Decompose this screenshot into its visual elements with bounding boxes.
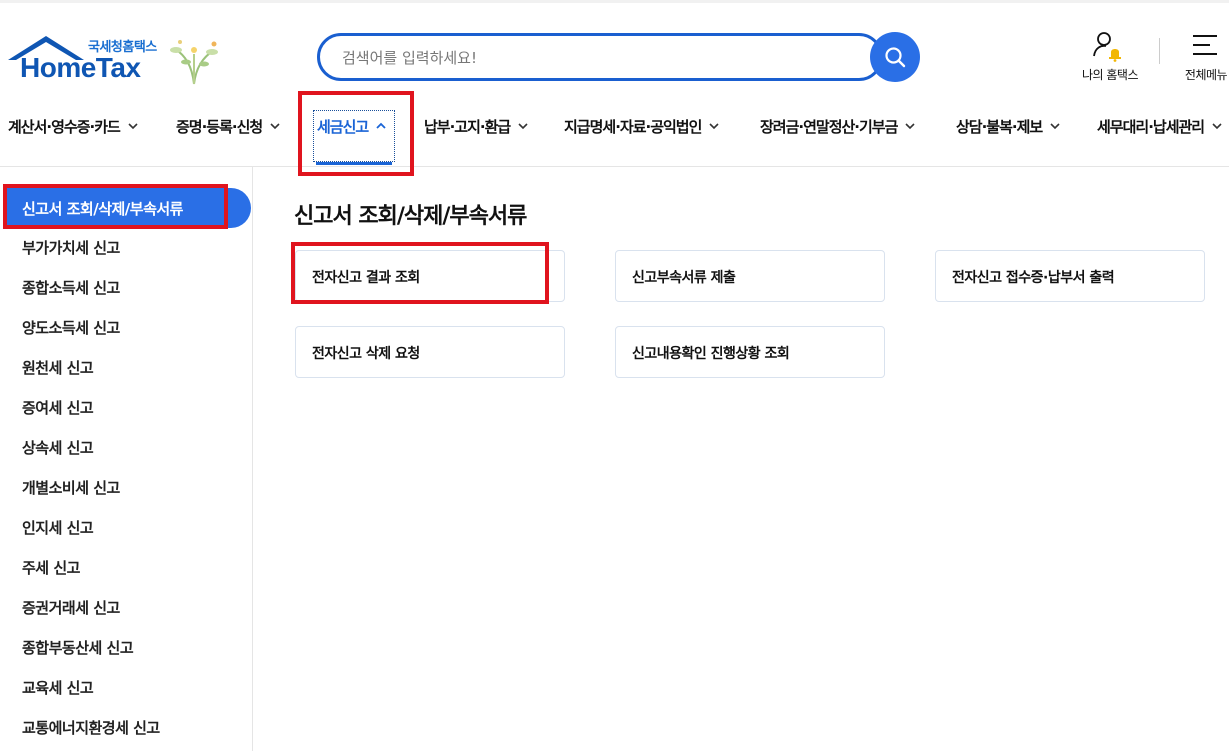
highlight-box-card: [291, 242, 549, 304]
gnb-payment-notice-refund[interactable]: 납부·고지·환급: [424, 108, 528, 144]
search-icon: [885, 47, 906, 68]
gnb-label: 지급명세·자료·공익법인: [564, 117, 702, 136]
chevron-down-icon: [905, 123, 915, 130]
sidebar-item[interactable]: 종합부동산세 신고: [22, 637, 134, 658]
sidebar-item[interactable]: 증여세 신고: [22, 397, 94, 418]
sidebar-item[interactable]: 상속세 신고: [22, 437, 94, 458]
chevron-down-icon: [709, 123, 719, 130]
top-border: [0, 0, 1229, 3]
card-receipt-print[interactable]: 전자신고 접수증·납부서 출력: [935, 250, 1205, 302]
my-hometax-button[interactable]: 나의 홈택스: [1070, 30, 1150, 85]
chevron-down-icon: [1212, 123, 1222, 130]
card-attachment-submit[interactable]: 신고부속서류 제출: [615, 250, 885, 302]
all-menu-label: 전체메뉴: [1184, 68, 1228, 82]
chevron-down-icon: [518, 123, 528, 130]
chevron-down-icon: [128, 123, 138, 130]
sidebar-item[interactable]: 주세 신고: [22, 557, 80, 578]
card-label: 전자신고 접수증·납부서 출력: [952, 270, 1115, 286]
main-navigation: 계산서·영수증·카드 증명·등록·신청 세금신고 납부·고지·환급 지급명세·자…: [0, 108, 1229, 144]
gnb-invoice-receipt-card[interactable]: 계산서·영수증·카드: [8, 108, 138, 144]
logo-title: HomeTax: [20, 52, 141, 83]
hometax-logo[interactable]: 국세청홈택스 HomeTax: [6, 30, 226, 90]
hamburger-menu-icon: [1193, 35, 1217, 55]
gnb-label: 상담·불복·제보: [956, 117, 1043, 136]
gnb-label: 세무대리·납세관리: [1097, 117, 1205, 136]
sidebar-item[interactable]: 개별소비세 신고: [22, 477, 120, 498]
sidebar: 신고서 조회/삭제/부속서류 부가가치세 신고 종합소득세 신고 양도소득세 신…: [0, 167, 253, 751]
highlight-box-sidebar: [3, 184, 228, 229]
highlight-box-gnb: [298, 91, 414, 176]
gnb-certificate-registration[interactable]: 증명·등록·신청: [176, 108, 280, 144]
sidebar-item[interactable]: 인지세 신고: [22, 517, 94, 538]
my-hometax-label: 나의 홈택스: [1081, 68, 1139, 82]
gnb-payment-statement[interactable]: 지급명세·자료·공익법인: [564, 108, 719, 144]
gnb-label: 증명·등록·신청: [176, 117, 263, 136]
all-menu-button[interactable]: 전체메뉴: [1176, 30, 1229, 85]
gnb-label: 장려금·연말정산·기부금: [760, 117, 898, 136]
search-button[interactable]: [870, 32, 920, 82]
search-box[interactable]: [317, 33, 883, 81]
gnb-incentive-yearend[interactable]: 장려금·연말정산·기부금: [760, 108, 915, 144]
sidebar-item[interactable]: 교통에너지환경세 신고: [22, 717, 160, 738]
sidebar-item[interactable]: 양도소득세 신고: [22, 317, 120, 338]
card-progress-status[interactable]: 신고내용확인 진행상황 조회: [615, 326, 885, 378]
sidebar-item[interactable]: 부가가치세 신고: [22, 237, 120, 258]
header-divider: [1159, 38, 1160, 64]
sidebar-item[interactable]: 종합소득세 신고: [22, 277, 120, 298]
page-title: 신고서 조회/삭제/부속서류: [294, 204, 527, 229]
chevron-down-icon: [1050, 123, 1060, 130]
plant-icon: [170, 40, 218, 85]
gnb-tax-agent[interactable]: 세무대리·납세관리: [1097, 108, 1222, 144]
gnb-label: 납부·고지·환급: [424, 117, 511, 136]
sidebar-item[interactable]: 증권거래세 신고: [22, 597, 120, 618]
search-input[interactable]: [342, 46, 842, 70]
card-delete-request[interactable]: 전자신고 삭제 요청: [295, 326, 565, 378]
card-label: 신고내용확인 진행상황 조회: [632, 346, 790, 362]
card-label: 신고부속서류 제출: [632, 270, 736, 286]
sidebar-item[interactable]: 원천세 신고: [22, 357, 94, 378]
chevron-down-icon: [270, 123, 280, 130]
user-bell-icon: [1093, 32, 1121, 62]
gnb-consult-appeal[interactable]: 상담·불복·제보: [956, 108, 1060, 144]
gnb-label: 계산서·영수증·카드: [8, 117, 121, 136]
sidebar-item[interactable]: 교육세 신고: [22, 677, 94, 698]
card-label: 전자신고 삭제 요청: [312, 346, 420, 362]
